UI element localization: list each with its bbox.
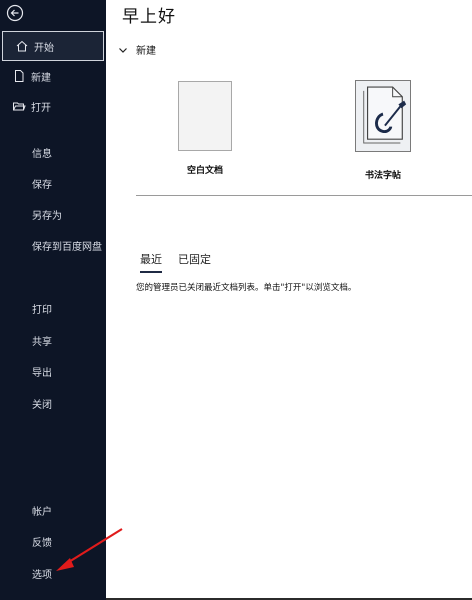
sidebar-item-label: 打开 [31,102,51,114]
divider [136,195,472,196]
blank-document-thumbnail [178,81,232,151]
home-icon [16,40,28,52]
template-label: 空白文档 [186,166,223,176]
sidebar-item-options[interactable]: 选项 [32,566,52,581]
main-content: 早上好 新建 空白文档 书法字帖 最近 已固定 您的管理员已关闭最近文档列表。单… [106,0,472,600]
tab-pinned[interactable]: 已固定 [178,251,211,273]
sidebar-item-save-as[interactable]: 另存为 [32,207,62,222]
chevron-down-icon [119,47,127,53]
sidebar-item-close[interactable]: 关闭 [32,396,52,411]
new-document-icon [15,70,24,82]
sidebar-item-account[interactable]: 帐户 [32,503,52,518]
sidebar-item-feedback[interactable]: 反馈 [32,534,52,549]
red-annotation-arrow-icon [56,528,123,571]
calligraphy-brush-icon [355,80,411,152]
open-folder-icon [13,102,26,111]
sidebar-item-info[interactable]: 信息 [32,145,52,160]
sidebar-item-print[interactable]: 打印 [32,301,52,316]
back-arrow-icon[interactable] [6,4,24,22]
sidebar-item-save-to-baidu[interactable]: 保存到百度网盘 [32,238,102,253]
sidebar-item-label: 新建 [31,72,51,84]
sidebar: 开始 新建 打开 信息 保存 另存为 保存到百度网盘 打印 共享 导出 关闭 帐… [0,0,106,600]
template-calligraphy[interactable]: 书法字帖 [348,80,418,181]
template-label: 书法字帖 [364,171,401,181]
backstage-view: 开始 新建 打开 信息 保存 另存为 保存到百度网盘 打印 共享 导出 关闭 帐… [0,0,472,600]
sidebar-item-share[interactable]: 共享 [32,333,52,348]
recent-disabled-notice: 您的管理员已关闭最近文档列表。单击"打开"以浏览文档。 [136,283,357,293]
greeting-title: 早上好 [122,7,176,27]
new-section-header[interactable]: 新建 [118,42,156,57]
template-blank-document[interactable]: 空白文档 [170,81,240,176]
sidebar-item-new[interactable]: 新建 [0,61,106,91]
document-tabs: 最近 已固定 [140,251,227,273]
sidebar-item-label: 开始 [34,42,54,54]
sidebar-item-open[interactable]: 打开 [0,91,106,121]
sidebar-item-save[interactable]: 保存 [32,176,52,191]
sidebar-item-export[interactable]: 导出 [32,364,52,379]
tab-recent[interactable]: 最近 [140,251,162,273]
new-section-title: 新建 [136,46,156,57]
sidebar-item-home[interactable]: 开始 [2,31,104,61]
